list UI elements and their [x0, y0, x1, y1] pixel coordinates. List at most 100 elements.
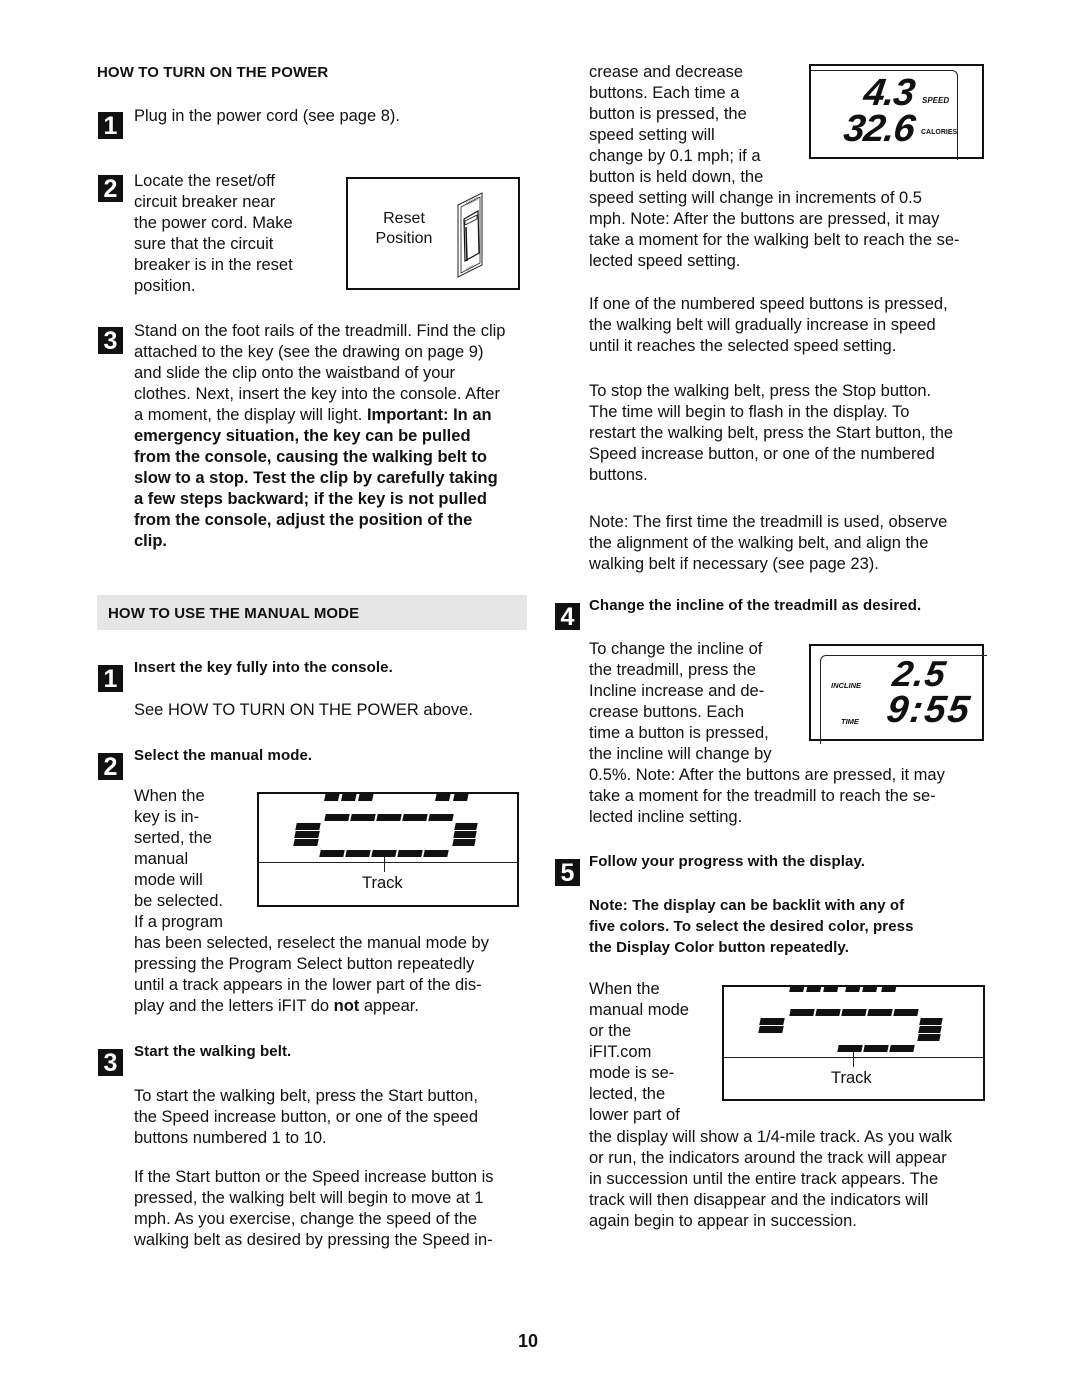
text-line: To stop the walking belt, press the Stop…	[589, 382, 932, 400]
track-indicator	[295, 823, 321, 830]
text-line: play and the letters iFIT do not appear.	[134, 996, 489, 1017]
manual-step-1-title: Insert the key fully into the console.	[134, 659, 393, 676]
lcd-digit-segment	[845, 987, 861, 992]
manual-step-3-title: Start the walking belt.	[134, 1043, 292, 1060]
text-line: buttons. Each time a	[589, 84, 740, 102]
text-line: To start the walking belt, press the Sta…	[134, 1087, 478, 1105]
power-step-1-text: Plug in the power cord (see page 8).	[134, 107, 400, 125]
speed-label: SPEED	[922, 96, 950, 105]
text-line: time a button is pressed,	[589, 724, 769, 742]
manual-section-heading: HOW TO USE THE MANUAL MODE	[108, 605, 360, 622]
text-line: pressing the Program Select button repea…	[134, 955, 475, 973]
track-indicator	[917, 1034, 941, 1041]
text-line: Note: The first time the treadmill is us…	[589, 513, 948, 531]
text-line: or the	[589, 1022, 632, 1040]
track-indicator	[863, 1045, 889, 1052]
lcd-digit-segment	[881, 987, 897, 992]
text-line: lected, the	[589, 1085, 666, 1103]
text-line: mph. Note: After the buttons are pressed…	[589, 210, 940, 228]
power-step-3-text: Stand on the foot rails of the treadmill…	[134, 321, 534, 552]
text-line: button is held down, the	[589, 168, 764, 186]
step-number-badge: 5	[555, 859, 580, 887]
track-indicator	[815, 1009, 841, 1016]
text-line: speed setting will change in increments …	[589, 189, 922, 207]
text-line: Locate the reset/off	[134, 172, 275, 190]
text-line: the Speed increase button, or one of the…	[134, 1108, 479, 1126]
track-indicator	[453, 831, 477, 838]
step-number-badge: 3	[98, 1049, 123, 1077]
text-line: a moment, the display will light. Import…	[134, 405, 534, 426]
text-line: the display will show a 1/4-mile track. …	[589, 1128, 953, 1146]
track-indicator	[759, 1018, 785, 1025]
step-4-title: Change the incline of the treadmill as d…	[589, 597, 922, 614]
track-indicator	[837, 1045, 863, 1052]
step-number-badge: 2	[98, 175, 123, 203]
stop-belt-paragraph: To stop the walking belt, press the Stop…	[589, 381, 953, 486]
text-line: clothes. Next, insert the key into the c…	[134, 385, 500, 403]
text-line: walking belt if necessary (see page 23).	[589, 555, 879, 573]
track-display-figure-full: Track	[257, 792, 519, 907]
text-line: mph. As you exercise, change the speed o…	[134, 1210, 478, 1228]
text-line: button is pressed, the	[589, 105, 747, 123]
track-indicator	[428, 814, 454, 821]
warning-line: emergency situation, the key can be pull…	[134, 427, 471, 445]
text-line: take a moment for the treadmill to reach…	[589, 787, 936, 805]
text-line: sure that the circuit	[134, 235, 274, 253]
track-indicator	[758, 1026, 784, 1033]
step-number-badge: 4	[555, 603, 580, 631]
text-line: crease and decrease	[589, 63, 744, 81]
track-indicator	[789, 1009, 815, 1016]
step-number-badge: 1	[98, 665, 123, 693]
text-line: manual mode	[589, 1001, 689, 1019]
manual-step-3-para1: To start the walking belt, press the Sta…	[134, 1086, 478, 1149]
text-line: breaker is in the reset	[134, 256, 293, 274]
text-line: restart the walking belt, press the Star…	[589, 424, 954, 442]
backlight-note: Note: The display can be backlit with an…	[589, 895, 914, 958]
numbered-buttons-paragraph: If one of the numbered speed buttons is …	[589, 294, 948, 357]
lcd-digit-segment	[806, 987, 822, 992]
track-indicator	[397, 850, 423, 857]
speed-continued-full-text: speed setting will change in increments …	[589, 188, 960, 272]
text-line: speed setting will	[589, 126, 715, 144]
track-label: Track	[362, 874, 403, 892]
text-line: lower part of	[589, 1106, 680, 1124]
breaker-switch-icon: RESET OFF	[457, 192, 483, 278]
lcd-digit-segment	[453, 794, 469, 801]
track-indicator	[345, 850, 371, 857]
reset-position-label: Reset Position	[348, 209, 460, 249]
lcd-digit-segment	[324, 794, 340, 801]
speed-value: 4.3	[861, 72, 917, 114]
text-line: crease buttons. Each	[589, 703, 745, 721]
text-line: If one of the numbered speed buttons is …	[589, 295, 948, 313]
warning-line: clip.	[134, 532, 168, 550]
text-line: key is in-	[134, 808, 200, 826]
track-indicator	[454, 823, 478, 830]
text-line: or run, the indicators around the track …	[589, 1149, 947, 1167]
incline-label: INCLINE	[831, 681, 861, 690]
track-indicator	[350, 814, 376, 821]
text-line: Note: The display can be backlit with an…	[589, 897, 905, 914]
text-line: To change the incline of	[589, 640, 763, 658]
track-indicator	[841, 1009, 867, 1016]
important-label: Important: In an	[366, 406, 492, 424]
text-line: the power cord. Make	[134, 214, 293, 232]
step-5-full-text: the display will show a 1/4-mile track. …	[589, 1127, 952, 1232]
page-number: 10	[518, 1331, 539, 1351]
track-indicator	[867, 1009, 893, 1016]
track-indicator	[371, 850, 397, 857]
text-line: When the	[589, 980, 660, 998]
manual-step-1-text: See HOW TO TURN ON THE POWER above.	[134, 701, 473, 719]
track-indicator	[423, 850, 449, 857]
track-indicator	[376, 814, 402, 821]
time-label: TIME	[841, 717, 859, 726]
callout-line	[853, 1052, 854, 1067]
power-step-2-text: Locate the reset/off circuit breaker nea…	[134, 171, 293, 297]
track-indicator	[889, 1045, 915, 1052]
track-indicator	[918, 1026, 942, 1033]
text-line: has been selected, reselect the manual m…	[134, 934, 489, 952]
text-line: the Display Color button repeatedly.	[589, 939, 850, 956]
track-display-figure-partial: Track	[722, 985, 985, 1101]
divider-line	[259, 862, 517, 863]
step-5-wrap-text: When the manual mode or the iFIT.com mod…	[589, 979, 689, 1126]
text-line: buttons.	[589, 466, 648, 484]
